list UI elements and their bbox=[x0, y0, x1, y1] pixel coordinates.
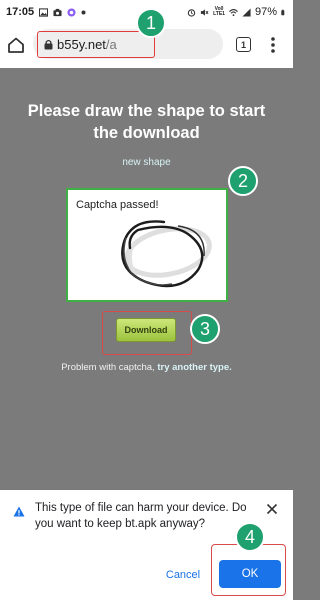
captcha-canvas[interactable]: Captcha passed! bbox=[66, 188, 228, 302]
step-marker-4: 4 bbox=[235, 522, 265, 552]
ok-label: OK bbox=[241, 568, 259, 580]
battery-icon bbox=[281, 9, 285, 15]
network-label: LTE1 bbox=[213, 11, 225, 17]
dot-icon bbox=[81, 10, 86, 14]
tabs-icon[interactable]: 1 bbox=[236, 37, 251, 52]
download-button[interactable]: Download bbox=[116, 318, 176, 342]
tab-count: 1 bbox=[240, 39, 246, 50]
url-highlight[interactable]: b55y.net/a bbox=[37, 31, 155, 58]
warning-message: This type of file can harm your device. … bbox=[35, 502, 247, 530]
captcha-help: Problem with captcha, try another type. bbox=[0, 362, 293, 373]
download-label: Download bbox=[124, 325, 168, 335]
url-bar[interactable]: b55y.net/a bbox=[33, 29, 223, 59]
menu-icon[interactable] bbox=[265, 35, 281, 55]
app-icon bbox=[67, 7, 76, 17]
close-icon[interactable] bbox=[266, 503, 278, 515]
status-right: Vo0 LTE1 97% bbox=[187, 6, 287, 18]
battery-percent: 97% bbox=[254, 6, 277, 18]
try-another-type-link[interactable]: try another type. bbox=[157, 362, 231, 373]
url-path: /a bbox=[105, 37, 117, 52]
lock-icon bbox=[44, 39, 53, 50]
mute-icon bbox=[201, 8, 209, 16]
camera-icon bbox=[53, 8, 62, 16]
step-marker-2: 2 bbox=[228, 166, 258, 196]
home-icon[interactable] bbox=[6, 35, 26, 55]
cancel-button[interactable]: Cancel bbox=[161, 566, 205, 584]
page-title: Please draw the shape to start the downl… bbox=[27, 102, 266, 142]
new-shape-label[interactable]: new shape bbox=[122, 157, 170, 168]
marker-number: 4 bbox=[244, 526, 255, 547]
status-time: 17:05 bbox=[6, 6, 35, 18]
captcha-drawing bbox=[121, 220, 212, 288]
step-marker-1: 1 bbox=[136, 8, 166, 38]
marker-number: 1 bbox=[145, 12, 156, 33]
network-labels: Vo0 LTE1 bbox=[213, 7, 225, 17]
alarm-icon bbox=[187, 8, 196, 17]
ok-button[interactable]: OK bbox=[219, 560, 281, 588]
gallery-icon bbox=[39, 7, 49, 17]
signal-icon bbox=[242, 7, 251, 17]
problem-text: Problem with captcha, bbox=[61, 362, 155, 373]
wifi-icon bbox=[229, 8, 238, 16]
cancel-label: Cancel bbox=[165, 569, 201, 581]
marker-number: 2 bbox=[237, 170, 248, 191]
url-text: b55y.net/a bbox=[57, 37, 117, 52]
step-marker-3: 3 bbox=[190, 314, 220, 344]
url-host: b55y.net bbox=[57, 37, 106, 52]
warning-icon bbox=[13, 506, 25, 517]
status-left: 17:05 bbox=[6, 6, 86, 18]
marker-number: 3 bbox=[199, 318, 210, 339]
